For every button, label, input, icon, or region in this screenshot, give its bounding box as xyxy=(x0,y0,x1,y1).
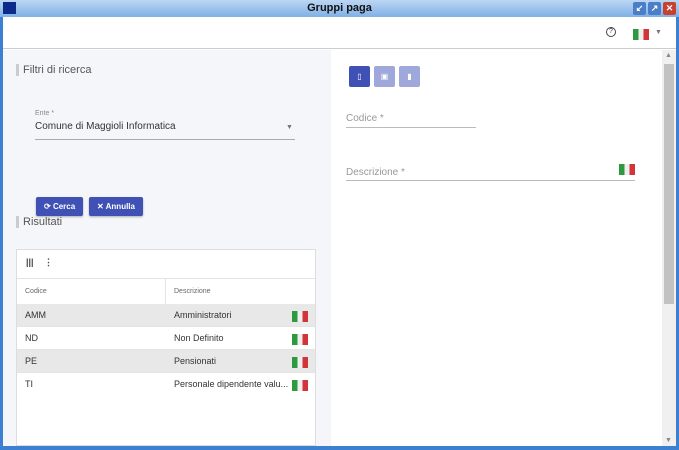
search-label: Cerca xyxy=(52,202,76,211)
app-icon xyxy=(3,2,16,14)
descrizione-field[interactable]: Descrizione * xyxy=(346,167,405,178)
save-icon: ▣ xyxy=(380,72,389,81)
col-header-codice[interactable]: Codice xyxy=(25,288,47,295)
chevron-down-icon[interactable]: ▼ xyxy=(655,29,662,36)
flag-icon[interactable] xyxy=(619,164,635,175)
results-grid: ||| ⋮ Codice Descrizione AMM Amministrato… xyxy=(16,249,316,446)
table-row[interactable]: ND Non Definito xyxy=(17,327,315,350)
close-icon: ✕ xyxy=(97,202,106,211)
chevron-down-icon[interactable]: ▼ xyxy=(286,124,293,131)
results-title: Risultati xyxy=(16,216,62,228)
search-button[interactable]: ⟳ Cerca xyxy=(36,197,84,216)
ente-select[interactable]: Comune di Maggioli Informatica xyxy=(35,121,176,132)
more-vert-icon[interactable]: ⋮ xyxy=(44,257,53,268)
save-button[interactable]: ▣ xyxy=(374,66,395,87)
language-flag-icon[interactable] xyxy=(633,29,649,40)
columns-icon[interactable]: ||| xyxy=(26,257,34,267)
table-row[interactable]: AMM Amministratori xyxy=(17,304,315,327)
table-row[interactable]: TI Personale dipendente valu... xyxy=(17,373,315,396)
ente-underline xyxy=(35,139,295,140)
refresh-icon: ⟳ xyxy=(44,202,53,211)
maximize-button[interactable]: ↗ xyxy=(648,2,661,15)
flag-icon[interactable] xyxy=(292,380,308,391)
help-icon[interactable]: ? xyxy=(606,27,616,37)
window-body: ? ▼ Filtri di ricerca Ente * Comune di M… xyxy=(3,17,676,446)
flag-icon[interactable] xyxy=(292,334,308,345)
detail-panel: ▯ ▣ ▮ Codice * Descrizione * xyxy=(333,50,662,446)
close-button[interactable]: ✕ xyxy=(663,2,676,15)
cell-code: PE xyxy=(25,356,38,366)
new-file-icon: ▯ xyxy=(357,72,362,81)
cancel-label: Annulla xyxy=(105,202,135,211)
new-button[interactable]: ▯ xyxy=(349,66,370,87)
col-header-descrizione[interactable]: Descrizione xyxy=(174,288,211,295)
cell-desc: Personale dipendente valu... xyxy=(174,379,289,389)
window-titlebar: Gruppi paga ↙ ↗ ✕ xyxy=(0,0,679,17)
cell-desc: Non Definito xyxy=(174,333,224,343)
filter-panel: Filtri di ricerca Ente * Comune di Maggi… xyxy=(3,50,331,446)
cell-desc: Pensionati xyxy=(174,356,217,366)
codice-field[interactable]: Codice * xyxy=(346,113,384,124)
app-header: ? ▼ xyxy=(3,17,676,49)
grid-header: Codice Descrizione xyxy=(17,278,315,305)
trash-icon: ▮ xyxy=(407,72,412,81)
cell-code: AMM xyxy=(25,310,46,320)
flag-icon[interactable] xyxy=(292,311,308,322)
window-title: Gruppi paga xyxy=(307,2,372,14)
descrizione-underline xyxy=(346,180,635,181)
ente-label: Ente * xyxy=(35,110,55,117)
cell-code: TI xyxy=(25,379,33,389)
cancel-button[interactable]: ✕ Annulla xyxy=(89,197,143,216)
filters-title: Filtri di ricerca xyxy=(16,64,91,76)
cell-code: ND xyxy=(25,333,38,343)
scrollbar[interactable]: ▲ ▼ xyxy=(662,50,676,446)
cell-desc: Amministratori xyxy=(174,310,232,320)
scroll-up-icon[interactable]: ▲ xyxy=(665,52,672,59)
delete-button[interactable]: ▮ xyxy=(399,66,420,87)
table-row[interactable]: PE Pensionati xyxy=(17,350,315,373)
scrollbar-thumb[interactable] xyxy=(664,64,674,304)
codice-underline xyxy=(346,127,476,128)
minimize-button[interactable]: ↙ xyxy=(633,2,646,15)
scroll-down-icon[interactable]: ▼ xyxy=(665,437,672,444)
flag-icon[interactable] xyxy=(292,357,308,368)
